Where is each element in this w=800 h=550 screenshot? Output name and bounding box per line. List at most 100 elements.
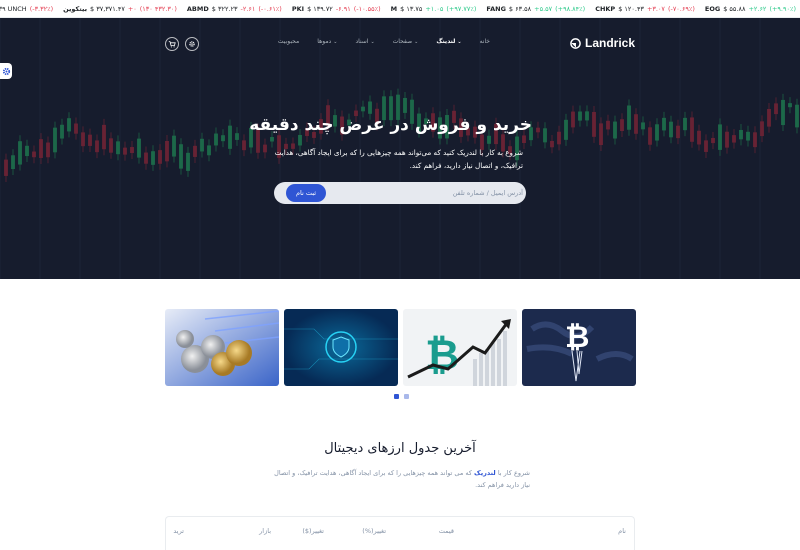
candle-body <box>186 152 190 171</box>
settings-button[interactable] <box>185 37 199 51</box>
signup-button[interactable]: ثبت نام <box>286 184 326 202</box>
cart-button[interactable] <box>165 37 179 51</box>
hero-description: شروع به کار با لندریک کنید که می‌تواند ه… <box>274 148 523 170</box>
candle-body <box>102 124 106 150</box>
signup-form: ثبت نام آدرس ایمیل / شماره تلفن <box>274 182 526 204</box>
ticker-percent: (-۷۰.۶۹٪) <box>667 5 695 13</box>
style-switcher-button[interactable] <box>0 63 12 79</box>
candle-body <box>648 127 652 145</box>
candle-body <box>739 129 743 140</box>
candle-body <box>193 145 197 157</box>
candle-body <box>746 131 750 141</box>
nav-item-label: خانه <box>479 38 490 45</box>
svg-text:₿: ₿ <box>565 320 589 355</box>
ticker-symbol: PKI <box>291 5 305 13</box>
candle-body <box>543 128 547 143</box>
candle-body <box>585 111 589 121</box>
candle-body <box>165 140 169 162</box>
ticker-item: PKI $ ۱۳۹.۷۲ -۶.۹۱ (-۱۰.۵۵٪) <box>291 0 381 17</box>
ticker-item: FANG $ ۶۳.۵۸ +۵.۵۷ (+۹۸.۸۴٪) <box>486 0 586 17</box>
candle-body <box>669 121 673 138</box>
ticker-change: +۳.۰۷ <box>646 5 665 13</box>
candle-body <box>676 125 680 139</box>
table-header: بازار <box>259 527 271 535</box>
candle-body <box>704 140 708 152</box>
hero-title: خرید و فروش در عرض چند دقیقه <box>249 115 532 135</box>
candle-body <box>88 134 92 146</box>
chevron-down-icon: ⌄ <box>333 38 338 45</box>
candle-body <box>172 135 176 157</box>
section-title: آخرین جدول ارزهای دیجیتال <box>324 441 476 456</box>
candle-body <box>228 125 232 149</box>
candle-body <box>627 105 631 130</box>
ticker-change: +۱.۰۵ <box>425 5 444 13</box>
candle-body <box>67 118 71 132</box>
chevron-down-icon: ⌄ <box>370 38 375 45</box>
candle-body <box>634 114 638 134</box>
contact-input[interactable]: آدرس ایمیل / شماره تلفن <box>453 189 523 197</box>
gear-icon <box>2 67 10 75</box>
candle-body <box>270 137 274 142</box>
carousel-dot-active[interactable] <box>394 394 399 399</box>
logo-text: Landrick <box>584 36 635 50</box>
candle-body <box>221 135 225 142</box>
candle-body <box>578 111 582 121</box>
nav-item[interactable]: اسناد ⌄ <box>355 38 374 45</box>
candle-body <box>487 135 491 144</box>
ticker-price: $ ۰.۳۹ UNCH <box>0 5 27 13</box>
ticker-price: $ ۳۷,۳۷۱.۴۷ <box>90 5 125 13</box>
candle-body <box>74 123 78 134</box>
ticker-item: M $ ۱۳.۷۵ +۱.۰۵ (+۹۷.۷۷٪) <box>391 0 477 17</box>
desc-link[interactable]: لندریک <box>474 469 496 477</box>
candle-body <box>179 144 183 169</box>
candle-body <box>116 141 120 155</box>
nav-item-label: محبوبیت <box>277 38 300 45</box>
carousel-pagination <box>394 394 409 399</box>
logo[interactable]: Landrick <box>570 36 635 50</box>
candle-body <box>571 111 575 128</box>
candle-body <box>403 97 407 113</box>
nav-item[interactable]: دموها ⌄ <box>317 38 337 45</box>
candle-body <box>25 145 29 157</box>
candle-body <box>207 145 211 156</box>
table-header: قیمت <box>438 527 454 535</box>
ticker-percent: (+۹۸.۸۴٪) <box>555 5 586 13</box>
candle-body <box>214 133 218 146</box>
nav-item-label: صفحات <box>392 38 413 45</box>
nav-item[interactable]: صفحات ⌄ <box>393 38 419 45</box>
candle-body <box>641 122 645 130</box>
candle-body <box>242 140 246 151</box>
candle-body <box>18 141 22 165</box>
candle-body <box>200 138 204 152</box>
candle-body <box>32 151 36 158</box>
candle-body <box>732 135 736 143</box>
gear-icon <box>189 41 195 47</box>
candle-body <box>4 159 8 176</box>
candle-body <box>788 103 792 108</box>
candle-body <box>760 121 764 137</box>
ticker-price: $ ۱۳.۷۵ <box>400 5 423 13</box>
ticker-symbol: EOG <box>704 5 721 13</box>
candle-body <box>550 140 554 148</box>
candle-body <box>718 124 722 150</box>
candle-body <box>725 131 729 148</box>
ticker-item: EOG $ ۵۵.۸۸ +۲.۶۲ (+۹.۹۰٪) <box>704 0 796 17</box>
ticker-item: XRP$ ۰.۳۹ UNCH(-۳.۳۲٪) <box>0 0 53 17</box>
ticker-item: بیتکوین $ ۳۷,۳۷۱.۴۷ +۰ (۱۳۰ ۴۳۲.۳۰) <box>63 0 177 17</box>
ticker-percent: (+۹۷.۷۷٪) <box>446 5 477 13</box>
candle-body <box>753 132 757 148</box>
nav-item[interactable]: لندینگ ⌄ <box>436 38 461 45</box>
crypto-image-carousel: ₿ ₿ <box>165 309 636 386</box>
candle-body <box>606 120 610 130</box>
candle-body <box>662 117 666 131</box>
candle-body <box>655 124 659 141</box>
candle-body <box>767 108 771 127</box>
nav-item[interactable]: محبوبیت <box>278 38 299 45</box>
ticker-symbol: ABMD <box>186 5 209 13</box>
carousel-dot[interactable] <box>404 394 409 399</box>
ticker-symbol: FANG <box>486 5 506 13</box>
ticker-percent: (-۰.۶۱٪) <box>258 5 282 13</box>
candle-body <box>557 131 561 145</box>
ticker-symbol: CHKP <box>595 5 616 13</box>
nav-item[interactable]: خانه <box>480 38 490 45</box>
